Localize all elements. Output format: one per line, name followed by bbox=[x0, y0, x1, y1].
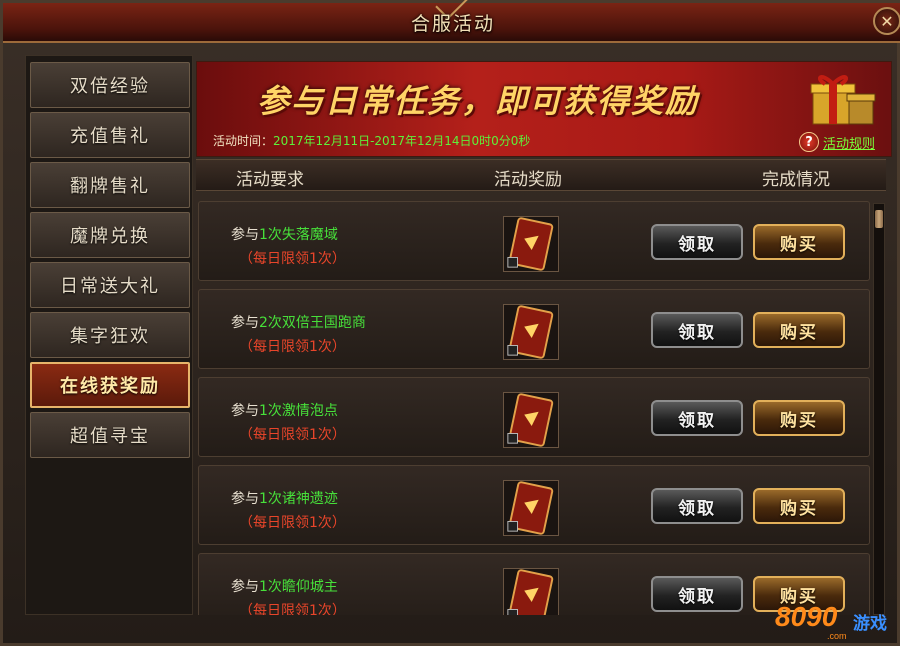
reward-card-icon[interactable] bbox=[503, 304, 559, 360]
task-list: 参与1次失落魔域 （每日限领1次） 领取 购买 参与2次双倍王国跑商 （每日限领… bbox=[196, 197, 872, 615]
sidebar-item-label: 集字狂欢 bbox=[70, 326, 150, 347]
activity-window: 合服活动 ✕ 双倍经验 充值售礼 翻牌售礼 魔牌兑换 日常送大礼 集字狂欢 在线… bbox=[0, 0, 900, 646]
header-status: 完成情况 bbox=[762, 170, 830, 190]
task-name: 1次诸神遗迹 bbox=[259, 491, 338, 507]
task-requirement: 参与2次双倍王国跑商 bbox=[231, 312, 366, 332]
close-icon: ✕ bbox=[880, 11, 894, 31]
daily-limit: （每日限领1次） bbox=[239, 603, 346, 615]
header-requirement: 活动要求 bbox=[236, 170, 304, 190]
title-bar: 合服活动 ✕ bbox=[3, 0, 900, 43]
window-title: 合服活动 bbox=[410, 13, 495, 35]
sidebar-item-label: 日常送大礼 bbox=[60, 276, 160, 297]
sidebar-item-label: 在线获奖励 bbox=[60, 376, 160, 397]
claim-button[interactable]: 领取 bbox=[651, 400, 743, 436]
task-name: 1次激情泡点 bbox=[259, 403, 338, 419]
sidebar-item-label: 双倍经验 bbox=[70, 76, 150, 97]
buy-button[interactable]: 购买 bbox=[753, 312, 845, 348]
buy-button[interactable]: 购买 bbox=[753, 488, 845, 524]
daily-limit: （每日限领1次） bbox=[239, 427, 346, 443]
question-icon: ? bbox=[798, 132, 819, 152]
task-prefix: 参与 bbox=[231, 491, 259, 507]
task-requirement: 参与1次激情泡点 bbox=[231, 400, 338, 420]
list-scrollbar[interactable] bbox=[873, 203, 885, 615]
task-prefix: 参与 bbox=[231, 315, 259, 331]
daily-limit: （每日限领1次） bbox=[239, 515, 346, 531]
table-row: 参与1次激情泡点 （每日限领1次） 领取 购买 bbox=[198, 377, 870, 457]
sidebar-item-recharge-gift[interactable]: 充值售礼 bbox=[30, 112, 190, 158]
table-row: 参与1次诸神遗迹 （每日限领1次） 领取 购买 bbox=[198, 465, 870, 545]
sidebar-item-daily-gift[interactable]: 日常送大礼 bbox=[30, 262, 190, 308]
table-row: 参与1次失落魔域 （每日限领1次） 领取 购买 bbox=[198, 201, 870, 281]
task-name: 1次失落魔域 bbox=[259, 227, 338, 243]
task-requirement: 参与1次诸神遗迹 bbox=[231, 488, 338, 508]
sidebar-item-label: 魔牌兑换 bbox=[70, 226, 150, 247]
claim-button[interactable]: 领取 bbox=[651, 312, 743, 348]
claim-button[interactable]: 领取 bbox=[651, 488, 743, 524]
reward-card-icon[interactable] bbox=[503, 392, 559, 448]
sidebar-item-magic-card-exchange[interactable]: 魔牌兑换 bbox=[30, 212, 190, 258]
activity-time-value: 2017年12月11日-2017年12月14日0时0分0秒 bbox=[273, 134, 531, 148]
activity-time-label: 活动时间： bbox=[213, 134, 274, 148]
sidebar: 双倍经验 充值售礼 翻牌售礼 魔牌兑换 日常送大礼 集字狂欢 在线获奖励 超值寻… bbox=[25, 55, 193, 615]
daily-limit: （每日限领1次） bbox=[239, 339, 346, 355]
activity-time: 活动时间：2017年12月11日-2017年12月14日0时0分0秒 bbox=[213, 132, 530, 149]
table-row: 参与1次瞻仰城主 （每日限领1次） 领取 购买 bbox=[198, 553, 870, 615]
activity-banner: 参与日常任务，即可获得奖励 活动时间：2017年12月11日-2017年12月1… bbox=[196, 61, 892, 157]
task-prefix: 参与 bbox=[231, 579, 259, 595]
close-button[interactable]: ✕ bbox=[873, 7, 900, 35]
sidebar-item-label: 翻牌售礼 bbox=[70, 176, 150, 197]
task-name: 1次瞻仰城主 bbox=[259, 579, 338, 595]
rules-link-label: 活动规则 bbox=[822, 136, 875, 152]
sidebar-item-card-flip-gift[interactable]: 翻牌售礼 bbox=[30, 162, 190, 208]
task-name: 2次双倍王国跑商 bbox=[259, 315, 366, 331]
daily-limit: （每日限领1次） bbox=[239, 251, 346, 267]
sidebar-item-word-collect[interactable]: 集字狂欢 bbox=[30, 312, 190, 358]
buy-button[interactable]: 购买 bbox=[753, 400, 845, 436]
buy-button[interactable]: 购买 bbox=[753, 224, 845, 260]
task-requirement: 参与1次失落魔域 bbox=[231, 224, 338, 244]
table-header: 活动要求 活动奖励 完成情况 bbox=[196, 159, 886, 191]
table-row: 参与2次双倍王国跑商 （每日限领1次） 领取 购买 bbox=[198, 289, 870, 369]
header-reward: 活动奖励 bbox=[494, 170, 562, 190]
task-prefix: 参与 bbox=[231, 403, 259, 419]
watermark-domain: .com bbox=[827, 631, 847, 641]
sidebar-item-label: 充值售礼 bbox=[70, 126, 150, 147]
sidebar-item-online-reward[interactable]: 在线获奖励 bbox=[30, 362, 190, 408]
task-requirement: 参与1次瞻仰城主 bbox=[231, 576, 338, 596]
rules-link[interactable]: ? 活动规则 bbox=[798, 132, 875, 152]
reward-card-icon[interactable] bbox=[503, 216, 559, 272]
claim-button[interactable]: 领取 bbox=[651, 576, 743, 612]
watermark-name: 游戏 bbox=[853, 614, 887, 633]
sidebar-item-label: 超值寻宝 bbox=[70, 426, 150, 447]
sidebar-item-treasure-hunt[interactable]: 超值寻宝 bbox=[30, 412, 190, 458]
claim-button[interactable]: 领取 bbox=[651, 224, 743, 260]
scrollbar-thumb[interactable] bbox=[875, 210, 883, 228]
sidebar-item-double-exp[interactable]: 双倍经验 bbox=[30, 62, 190, 108]
reward-card-icon[interactable] bbox=[503, 568, 559, 615]
task-prefix: 参与 bbox=[231, 227, 259, 243]
watermark-number: 8090 bbox=[775, 601, 838, 632]
gift-box-icon bbox=[810, 75, 876, 125]
banner-headline: 参与日常任务，即可获得奖励 bbox=[257, 82, 700, 120]
reward-card-icon[interactable] bbox=[503, 480, 559, 536]
site-watermark: 8090 游戏 .com bbox=[775, 599, 899, 645]
